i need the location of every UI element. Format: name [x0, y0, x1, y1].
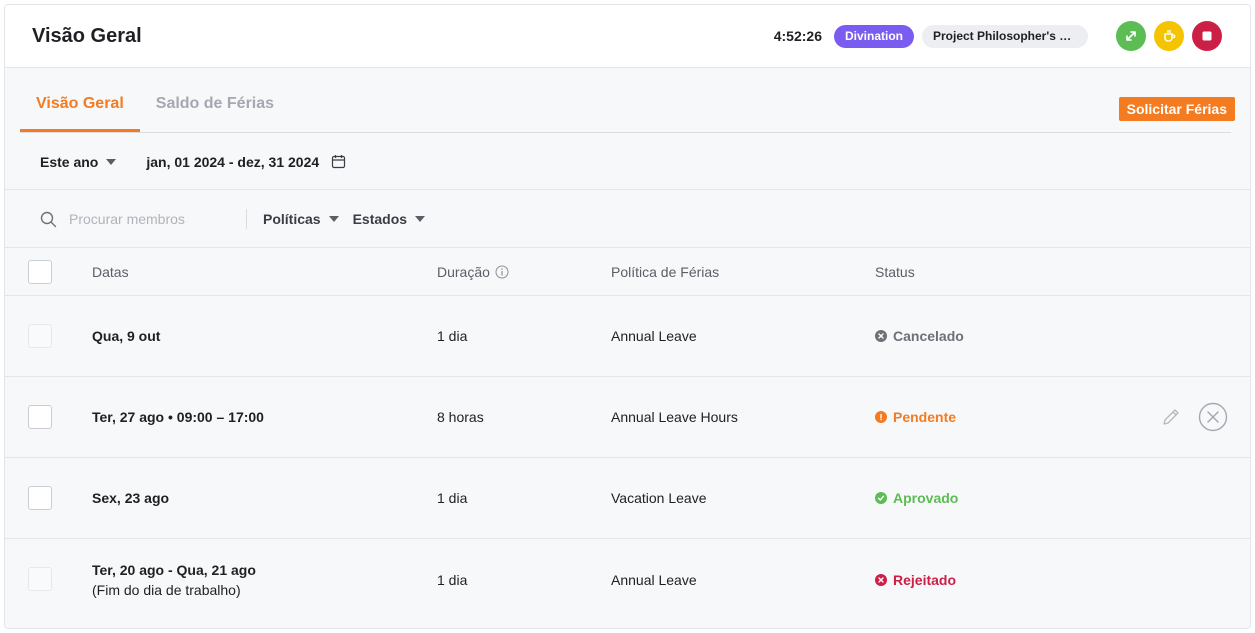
page-title: Visão Geral — [32, 24, 142, 47]
request-leave-button[interactable]: Solicitar Férias — [1118, 97, 1235, 121]
timer-readout: 4:52:26 — [773, 28, 822, 44]
row-actions — [1144, 402, 1228, 432]
project-pill[interactable]: Divination — [833, 24, 914, 48]
states-filter[interactable]: Estados — [352, 211, 426, 227]
caret-down-icon — [328, 216, 339, 222]
status-label: Rejeitado — [893, 571, 957, 588]
task-pill[interactable]: Project Philosopher's S... — [922, 24, 1088, 48]
period-bar: Este ano jan, 01 2024 - dez, 31 2024 — [5, 134, 1250, 190]
app-frame: Visão Geral 4:52:26 Divination Project P… — [4, 4, 1251, 629]
column-duration-label: Duração — [437, 263, 490, 280]
date-range-label: jan, 01 2024 - dez, 31 2024 — [146, 153, 320, 170]
row-date-label: Ter, 20 ago - Qua, 21 ago — [92, 561, 256, 578]
row-policy: Vacation Leave — [611, 490, 707, 506]
row-date: Ter, 27 ago • 09:00 – 17:00 — [92, 409, 264, 425]
row-checkbox[interactable] — [28, 567, 52, 591]
row-duration: 1 dia — [437, 571, 468, 588]
caret-down-icon — [106, 158, 117, 165]
period-dropdown[interactable]: Este ano — [40, 153, 117, 170]
row-checkbox[interactable] — [28, 405, 52, 429]
pencil-icon — [1163, 409, 1179, 425]
task-pill-label: Project Philosopher's S... — [933, 29, 1077, 43]
row-policy: Annual Leave Hours — [611, 409, 738, 425]
row-duration: 1 dia — [437, 490, 468, 506]
column-status: Status — [875, 263, 915, 280]
timer-controls: 4:52:26 Divination Project Philosopher's… — [774, 21, 1222, 51]
row-date: Ter, 20 ago - Qua, 21 ago (Fim do dia de… — [92, 562, 256, 598]
status-badge: Pendente — [875, 409, 956, 425]
table-header: Datas Duração Política de Férias Status — [5, 248, 1250, 296]
swap-arrows-icon — [1126, 31, 1136, 41]
tabs: Visão Geral Saldo de Férias Solicitar Fé… — [20, 69, 1235, 135]
policies-filter[interactable]: Políticas — [263, 211, 339, 227]
x-circle-icon — [875, 573, 887, 586]
cancel-request-button[interactable] — [1198, 402, 1228, 432]
table-row: Ter, 27 ago • 09:00 – 17:00 8 horas Annu… — [5, 377, 1250, 458]
date-range-picker[interactable]: jan, 01 2024 - dez, 31 2024 — [146, 154, 346, 170]
period-dropdown-label: Este ano — [40, 153, 99, 170]
row-checkbox[interactable] — [28, 486, 52, 510]
status-label: Pendente — [893, 409, 957, 425]
status-label: Cancelado — [893, 328, 964, 344]
status-badge: Aprovado — [875, 490, 958, 506]
tab-balance[interactable]: Saldo de Férias — [140, 72, 290, 135]
edit-button[interactable] — [1160, 406, 1182, 428]
table-row: Ter, 20 ago - Qua, 21 ago (Fim do dia de… — [5, 539, 1250, 620]
exclamation-circle-icon — [875, 411, 887, 423]
status-badge: Cancelado — [875, 328, 964, 344]
break-button[interactable] — [1154, 21, 1184, 51]
row-date: Qua, 9 out — [92, 328, 161, 344]
row-date: Sex, 23 ago — [92, 490, 170, 506]
top-bar: Visão Geral 4:52:26 Divination Project P… — [5, 5, 1250, 68]
stop-timer-button[interactable] — [1192, 21, 1222, 51]
row-policy: Annual Leave — [611, 328, 697, 344]
row-date-note: (Fim do dia de trabalho) — [92, 581, 241, 598]
row-duration: 8 horas — [437, 409, 484, 425]
row-policy: Annual Leave — [611, 571, 697, 588]
table-row: Sex, 23 ago 1 dia Vacation Leave Aprovad… — [5, 458, 1250, 539]
close-circle-icon — [1198, 402, 1228, 432]
policies-filter-label: Políticas — [263, 211, 321, 227]
select-all-checkbox[interactable] — [28, 259, 52, 284]
check-circle-icon — [875, 492, 887, 504]
search-box — [40, 211, 246, 228]
stop-icon — [1202, 31, 1212, 41]
filter-divider — [246, 209, 247, 229]
calendar-icon — [332, 155, 346, 169]
status-label: Aprovado — [893, 490, 959, 506]
info-icon[interactable] — [495, 265, 509, 279]
tab-overview[interactable]: Visão Geral — [20, 72, 140, 135]
status-badge: Rejeitado — [875, 572, 956, 588]
filter-bar: Políticas Estados — [5, 191, 1250, 248]
row-duration: 1 dia — [437, 328, 468, 344]
search-icon — [40, 211, 57, 227]
search-members-input[interactable] — [69, 211, 239, 227]
coffee-cup-icon — [1164, 29, 1176, 42]
column-duration: Duração — [437, 264, 509, 280]
column-dates: Datas — [92, 263, 129, 280]
states-filter-label: Estados — [352, 211, 408, 227]
column-policy: Política de Férias — [611, 263, 720, 280]
table-row: Qua, 9 out 1 dia Annual Leave Cancelado — [5, 296, 1250, 377]
x-circle-icon — [875, 330, 887, 342]
switch-task-button[interactable] — [1116, 21, 1146, 51]
caret-down-icon — [415, 216, 426, 222]
row-checkbox[interactable] — [28, 324, 52, 348]
